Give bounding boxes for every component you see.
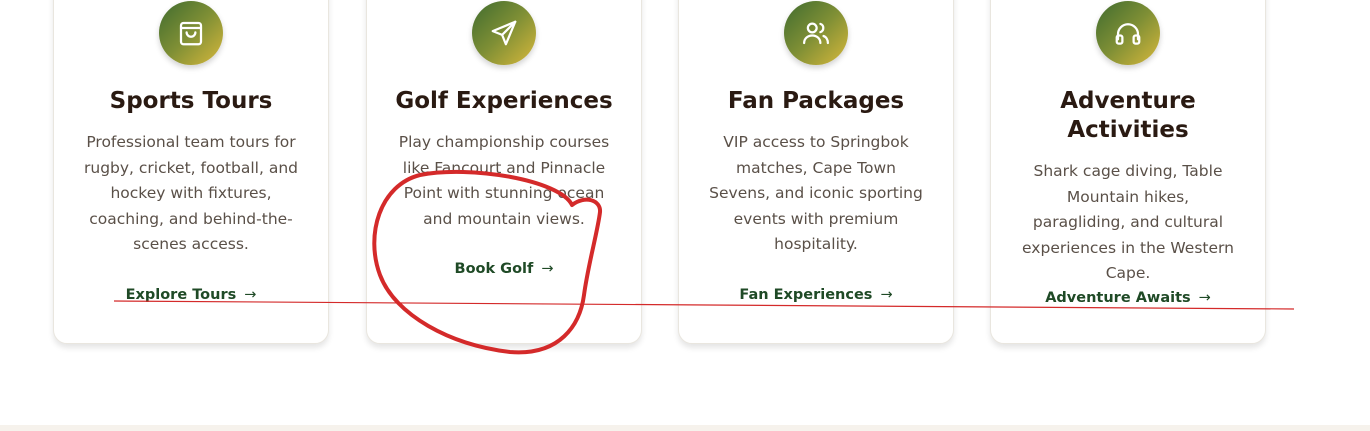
headphones-icon: [1096, 1, 1160, 65]
card-description: Professional team tours for rugby, crick…: [84, 133, 298, 253]
arrow-right-icon: →: [880, 287, 893, 303]
link-label: Adventure Awaits: [1045, 290, 1191, 306]
card-fan-packages: Fan Packages VIP access to Springbok mat…: [678, 0, 954, 344]
card-adventure-activities: Adventure Activities Shark cage diving, …: [990, 0, 1266, 344]
paper-plane-icon: [472, 1, 536, 65]
arrow-right-icon: →: [541, 261, 554, 277]
link-label: Fan Experiences: [739, 287, 873, 303]
arrow-right-icon: →: [244, 287, 257, 303]
card-title: Fan Packages: [727, 88, 905, 114]
card-golf-experiences: Golf Experiences Play championship cours…: [366, 0, 642, 344]
service-cards: Sports Tours Professional team tours for…: [0, 0, 1370, 431]
link-label: Book Golf: [454, 261, 534, 277]
link-label: Explore Tours: [125, 287, 237, 303]
card-title: Sports Tours: [109, 88, 273, 114]
card-title: Adventure Activities: [1060, 88, 1196, 143]
card-description: VIP access to Springbok matches, Cape To…: [709, 133, 923, 253]
card-description: Shark cage diving, Table Mountain hikes,…: [1022, 162, 1234, 282]
users-icon: [784, 1, 848, 65]
shopping-bag-icon: [159, 1, 223, 65]
explore-tours-link[interactable]: Explore Tours →: [54, 287, 328, 303]
book-golf-link[interactable]: Book Golf →: [367, 261, 641, 277]
adventure-awaits-link[interactable]: Adventure Awaits →: [991, 290, 1265, 306]
footer-band: [0, 425, 1370, 431]
arrow-right-icon: →: [1198, 290, 1211, 306]
fan-experiences-link[interactable]: Fan Experiences →: [679, 287, 953, 303]
card-title: Golf Experiences: [395, 88, 613, 114]
card-description: Play championship courses like Fancourt …: [398, 133, 610, 228]
card-sports-tours: Sports Tours Professional team tours for…: [53, 0, 329, 344]
